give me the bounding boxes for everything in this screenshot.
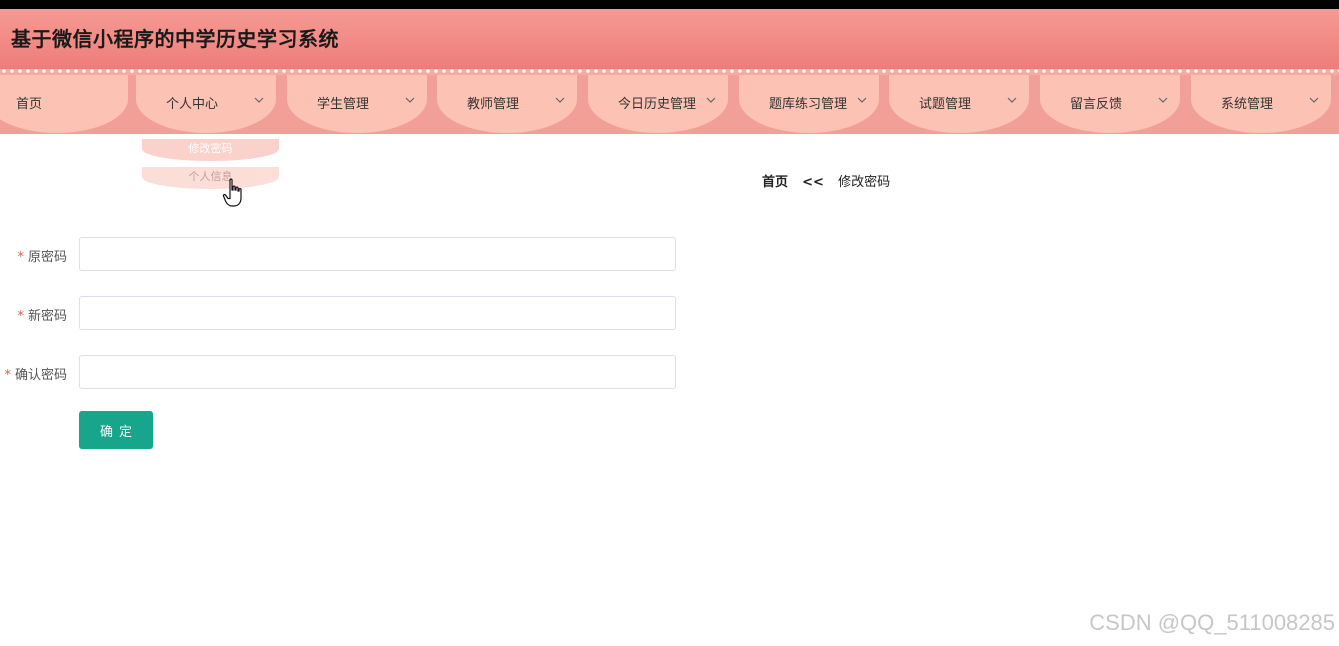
- form-row-new-password: * 新密码: [0, 296, 680, 332]
- nav-item-label: 教师管理: [467, 97, 520, 112]
- nav-item-label: 题库练习管理: [769, 97, 848, 112]
- form-row-confirm-password: * 确认密码: [0, 355, 680, 391]
- field-label-text: 新密码: [27, 309, 67, 324]
- nav-item-label: 个人中心: [166, 97, 219, 112]
- confirm-password-input[interactable]: [79, 355, 676, 389]
- required-mark: *: [17, 250, 24, 265]
- nav-item-teacher-management[interactable]: 教师管理: [437, 75, 577, 133]
- field-label: * 确认密码: [4, 364, 67, 383]
- confirm-button[interactable]: 确定: [79, 411, 153, 449]
- nav-item-personal-center[interactable]: 个人中心: [136, 75, 276, 133]
- field-label: * 原密码: [17, 246, 67, 265]
- required-mark: *: [4, 368, 11, 383]
- nav-item-label: 系统管理: [1221, 97, 1274, 112]
- chevron-down-icon: [555, 97, 565, 103]
- chevron-down-icon: [1007, 97, 1017, 103]
- dropdown-item-change-password[interactable]: 修改密码: [142, 139, 279, 161]
- nav-item-label: 首页: [16, 97, 43, 112]
- new-password-input[interactable]: [79, 296, 676, 330]
- watermark: CSDN @QQ_511008285: [1089, 610, 1335, 635]
- nav-item-label: 今日历史管理: [618, 97, 697, 112]
- app-title: 基于微信小程序的中学历史学习系统: [11, 27, 339, 51]
- chevron-down-icon: [1309, 97, 1319, 103]
- breadcrumb: 首页 << 修改密码: [762, 171, 890, 190]
- app-header: 基于微信小程序的中学历史学习系统: [0, 9, 1339, 69]
- nav-item-system-management[interactable]: 系统管理: [1191, 75, 1331, 133]
- nav-item-question-bank[interactable]: 题库练习管理: [739, 75, 879, 133]
- field-label: * 新密码: [17, 305, 67, 324]
- old-password-input[interactable]: [79, 237, 676, 271]
- required-mark: *: [17, 309, 24, 324]
- top-black-strip: [0, 0, 1339, 9]
- chevron-down-icon: [706, 97, 716, 103]
- nav-item-student-management[interactable]: 学生管理: [287, 75, 427, 133]
- nav-item-label: 学生管理: [317, 97, 370, 112]
- chevron-down-icon: [405, 97, 415, 103]
- field-label-text: 原密码: [27, 250, 67, 265]
- breadcrumb-home-link[interactable]: 首页: [762, 175, 788, 190]
- chevron-down-icon: [857, 97, 867, 103]
- nav-item-exam-management[interactable]: 试题管理: [889, 75, 1029, 133]
- breadcrumb-current: 修改密码: [838, 175, 891, 190]
- main-nav: 首页 个人中心 学生管理 教师管理 今日历史管理 题库练习管理 试题管理 留言反…: [0, 69, 1339, 134]
- form-row-old-password: * 原密码: [0, 237, 680, 273]
- hand-cursor-icon: [222, 178, 242, 207]
- chevron-down-icon: [1158, 97, 1168, 103]
- breadcrumb-separator: <<: [802, 175, 824, 190]
- nav-item-label: 试题管理: [919, 97, 972, 112]
- nav-item-feedback[interactable]: 留言反馈: [1040, 75, 1180, 133]
- chevron-down-icon: [254, 97, 264, 103]
- nav-item-label: 留言反馈: [1070, 97, 1123, 112]
- dropdown-item-personal-info[interactable]: 个人信息: [142, 167, 279, 189]
- nav-item-home[interactable]: 首页: [0, 75, 128, 133]
- nav-item-today-history[interactable]: 今日历史管理: [588, 75, 728, 133]
- field-label-text: 确认密码: [14, 368, 67, 383]
